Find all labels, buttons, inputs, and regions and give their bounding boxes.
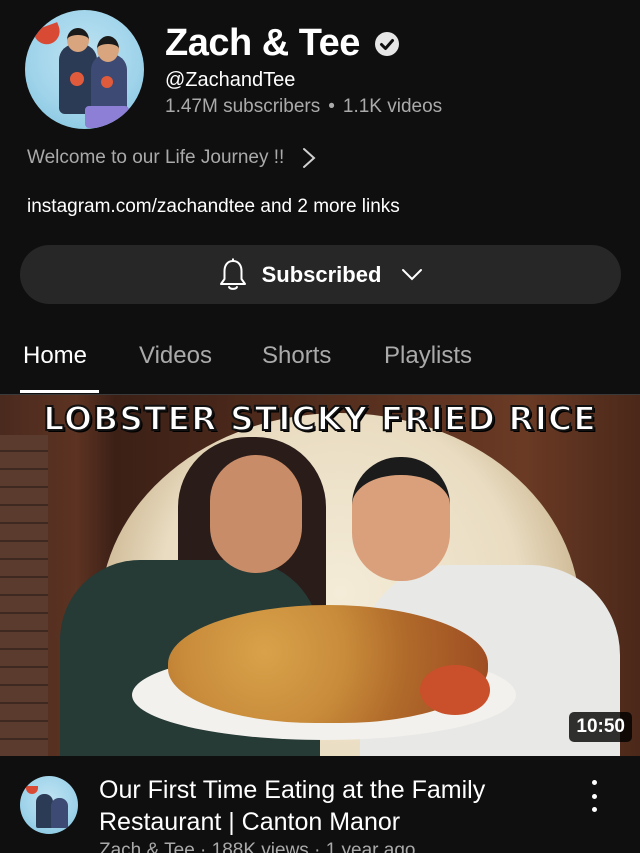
channel-stats: 1.47M subscribers • 1.1K videos bbox=[165, 96, 442, 118]
more-dot-3 bbox=[591, 807, 597, 812]
thumbnail-person-2-face-art bbox=[352, 457, 450, 581]
channel-header: Zach & Tee @ZachandTee 1.47M subscribers… bbox=[0, 0, 640, 395]
channel-name: Zach & Tee bbox=[165, 22, 400, 65]
video-channel-avatar[interactable] bbox=[20, 776, 78, 834]
subscribed-button[interactable]: Subscribed bbox=[20, 245, 621, 304]
channel-name-text: Zach & Tee bbox=[165, 22, 360, 64]
featured-video-thumbnail[interactable]: LOBSTER STICKY FRIED RICE 10:50 bbox=[0, 395, 640, 756]
avatar-person-2-head-art bbox=[97, 36, 119, 62]
video-title[interactable]: Our First Time Eating at the Family Rest… bbox=[99, 774, 559, 838]
subscriber-count: 1.47M subscribers bbox=[165, 96, 321, 117]
channel-tabs: Home Videos Shorts Playlists bbox=[0, 330, 640, 395]
chevron-down-icon bbox=[402, 268, 423, 280]
tab-shorts[interactable]: Shorts bbox=[262, 342, 331, 370]
bell-icon bbox=[219, 258, 246, 290]
channel-avatar[interactable] bbox=[25, 10, 144, 129]
thumbnail-brick-wall-art bbox=[0, 435, 48, 756]
chevron-right-icon bbox=[303, 148, 316, 168]
tab-videos[interactable]: Videos bbox=[139, 342, 212, 370]
tab-playlists[interactable]: Playlists bbox=[384, 342, 472, 370]
avatar-skirt-art bbox=[85, 106, 129, 128]
avatar-logo-art-2 bbox=[101, 76, 113, 88]
tab-home[interactable]: Home bbox=[23, 342, 87, 370]
video-count: 1.1K videos bbox=[342, 96, 443, 117]
featured-video-details: Our First Time Eating at the Family Rest… bbox=[0, 756, 640, 853]
thumbnail-title-text: LOBSTER STICKY FRIED RICE bbox=[42, 398, 597, 439]
video-duration-badge: 10:50 bbox=[569, 712, 632, 742]
active-tab-indicator bbox=[20, 390, 99, 393]
small-avatar-person-2-art bbox=[51, 798, 68, 828]
more-dot-1 bbox=[591, 780, 597, 785]
small-avatar-bowl-art bbox=[26, 786, 38, 794]
video-meta: Zach & Tee · 188K views · 1 year ago bbox=[99, 840, 416, 853]
channel-links[interactable]: instagram.com/zachandtee and 2 more link… bbox=[27, 196, 400, 218]
avatar-person-1-head-art bbox=[67, 28, 89, 52]
thumbnail-person-1-face-art bbox=[210, 455, 302, 573]
subscribed-label: Subscribed bbox=[261, 261, 382, 287]
more-dot-2 bbox=[591, 793, 597, 799]
verified-check-icon bbox=[374, 31, 399, 56]
stats-separator: • bbox=[328, 96, 335, 117]
thumbnail-lobster-art bbox=[420, 665, 490, 715]
channel-description[interactable]: Welcome to our Life Journey !! bbox=[27, 147, 316, 169]
avatar-bowl-art bbox=[32, 22, 64, 48]
more-options-icon[interactable] bbox=[583, 780, 605, 812]
avatar-logo-art bbox=[70, 72, 84, 86]
channel-handle: @ZachandTee bbox=[165, 69, 296, 91]
channel-description-text: Welcome to our Life Journey !! bbox=[27, 147, 285, 168]
